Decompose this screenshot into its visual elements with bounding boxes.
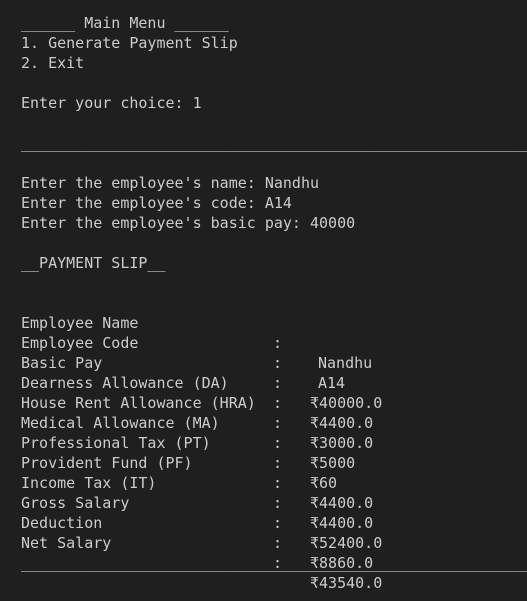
slip-row-pf: Provident Fund (PF) : ₹4400.0 <box>21 433 521 512</box>
slip-value: ₹43540.0 <box>310 574 383 592</box>
menu-option-generate: 1. Generate Payment Slip <box>21 34 238 52</box>
slip-row-ma: Medical Allowance (MA) : ₹5000 <box>21 393 521 472</box>
payment-slip-title: __PAYMENT SLIP__ <box>21 254 166 272</box>
input-basic-pay: Enter the employee's basic pay: 40000 <box>21 214 356 232</box>
slip-row-deduction: Deduction : ₹8860.0 <box>21 493 521 572</box>
menu-title: ______ Main Menu ______ <box>21 14 229 32</box>
input-employee-code: Enter the employee's code: A14 <box>21 194 292 212</box>
slip-label: Net Salary <box>21 534 112 552</box>
slip-row-it: Income Tax (IT) : ₹4400.0 <box>21 453 521 532</box>
slip-row-net-salary: Net Salary : ₹43540.0 <box>21 513 521 592</box>
slip-row-da: Dearness Allowance (DA) : ₹4400.0 <box>21 353 521 432</box>
terminal-output: ______ Main Menu ______ 1. Generate Paym… <box>0 0 527 601</box>
slip-row-employee-code: Employee Code : A14 <box>21 313 521 392</box>
slip-row-gross-salary: Gross Salary : ₹52400.0 <box>21 473 521 552</box>
slip-row-employee-name: Employee Name : Nandhu <box>21 293 521 372</box>
choice-prompt: Enter your choice: 1 <box>21 94 202 112</box>
menu-option-exit: 2. Exit <box>21 54 85 72</box>
separator-bottom: ________________________________________… <box>21 554 527 572</box>
slip-row-hra: House Rent Allowance (HRA) : ₹3000.0 <box>21 373 521 452</box>
slip-row-basic-pay: Basic Pay : ₹40000.0 <box>21 333 521 412</box>
input-employee-name: Enter the employee's name: Nandhu <box>21 174 320 192</box>
slip-row-pt: Professional Tax (PT) : ₹60 <box>21 413 521 492</box>
slip-value: ₹52400.0 <box>310 534 383 552</box>
separator-top: ________________________________________… <box>21 134 527 152</box>
slip-colon: : <box>273 534 283 552</box>
